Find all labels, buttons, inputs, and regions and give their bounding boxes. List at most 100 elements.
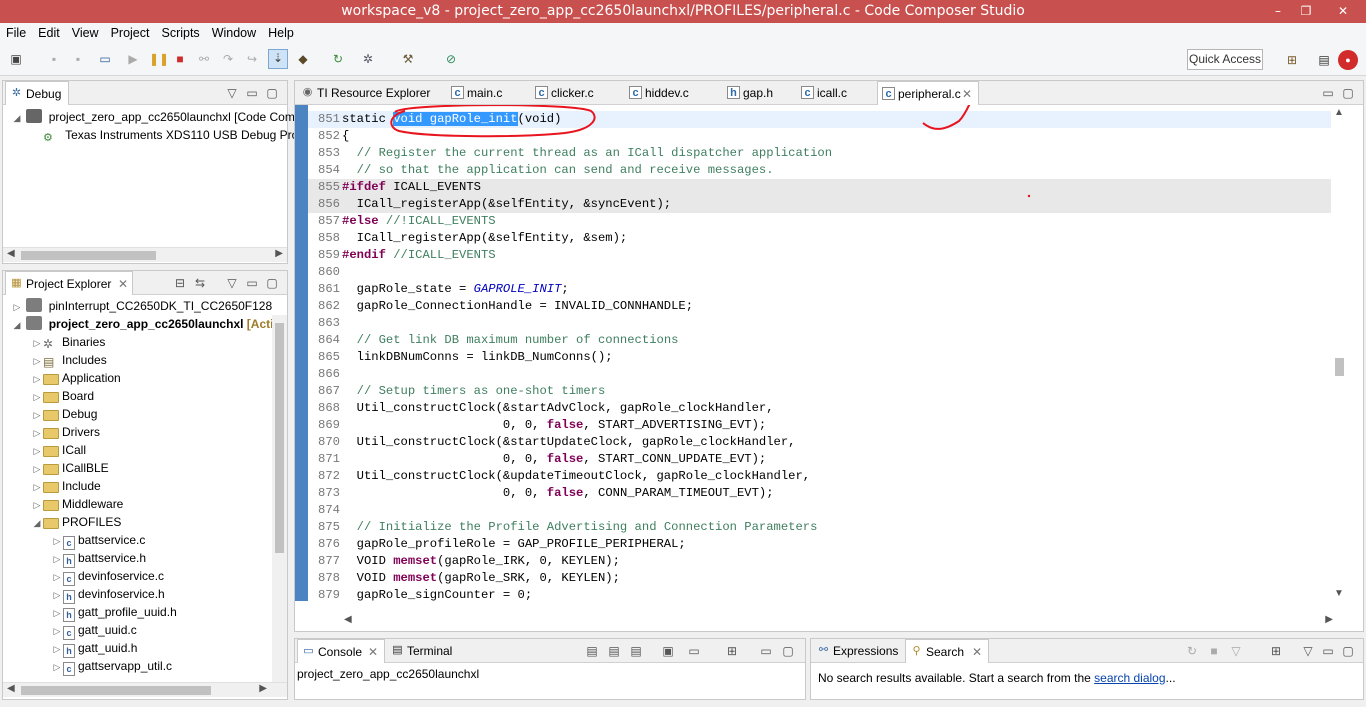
suspend-icon[interactable]: ❚❚ xyxy=(149,51,169,67)
minimize-view-icon[interactable]: ▭ xyxy=(245,86,259,100)
menu-view[interactable]: View xyxy=(66,23,105,43)
collapse-all-icon[interactable]: ⊟ xyxy=(173,276,187,290)
step-into-icon[interactable]: ↷ xyxy=(220,51,236,67)
code-line[interactable]: 879 gapRole_signCounter = 0; xyxy=(308,587,1331,601)
code-line[interactable]: 857 #else //!ICALL_EVENTS xyxy=(308,213,1331,230)
menu-edit[interactable]: Edit xyxy=(32,23,66,43)
scroll-thumb[interactable] xyxy=(21,251,156,260)
tab-terminal[interactable]: ▤ Terminal xyxy=(387,639,467,663)
tree-file-item[interactable]: ▷ h gatt_profile_uuid.h xyxy=(51,603,177,622)
editor-tab[interactable]: c clicker.c xyxy=(531,81,623,105)
minimize-view-icon[interactable]: ▭ xyxy=(759,644,773,658)
collapsed-icon[interactable]: ▷ xyxy=(51,658,63,676)
close-tab-icon[interactable]: ✕ xyxy=(962,82,972,106)
code-line[interactable]: 851 static void gapRole_init(void) xyxy=(308,111,1331,128)
collapsed-icon[interactable]: ▷ xyxy=(31,424,43,442)
debug-horizontal-scrollbar[interactable]: ◀ ▶ xyxy=(3,247,287,262)
console-word-wrap-icon[interactable]: ▤ xyxy=(629,644,643,658)
console-scroll-lock-icon[interactable]: ▤ xyxy=(607,644,621,658)
tree-item[interactable]: ▷ Middleware xyxy=(31,495,123,513)
tab-search[interactable]: ⚲ Search ✕ xyxy=(905,639,989,663)
tree-item[interactable]: ▷ Debug xyxy=(31,405,97,423)
maximize-view-icon[interactable]: ▢ xyxy=(781,644,795,658)
minimize-view-icon[interactable]: ▭ xyxy=(1321,644,1335,658)
expanded-icon[interactable]: ◢ xyxy=(31,514,43,532)
code-line[interactable]: 872 Util_constructClock(&updateTimeoutCl… xyxy=(308,468,1331,485)
tree-file-item[interactable]: ▷ c devinfoservice.c xyxy=(51,567,164,586)
tree-item[interactable]: ▷ Drivers xyxy=(31,423,100,441)
pin-icon[interactable]: ⊞ xyxy=(1269,644,1283,658)
refresh-icon[interactable]: ↻ xyxy=(1185,644,1199,658)
editor-tab[interactable]: c peripheral.c ✕ xyxy=(877,81,979,105)
tree-item[interactable]: ▷ ▤ Includes xyxy=(31,351,107,369)
maximize-editor-icon[interactable]: ▢ xyxy=(1341,86,1355,100)
project-row-active[interactable]: ◢ project_zero_app_cc2650launchxl [Activ xyxy=(11,315,280,333)
new-icon[interactable]: ▣ xyxy=(8,51,24,67)
disconnect-icon[interactable]: ⚯ xyxy=(196,51,212,67)
menu-project[interactable]: Project xyxy=(105,23,156,43)
debug-session-row[interactable]: ◢ project_zero_app_cc2650launchxl [Code … xyxy=(11,108,302,126)
save-icon[interactable]: ▪ xyxy=(46,51,62,67)
tree-item[interactable]: ▷ ICallBLE xyxy=(31,459,109,477)
ccs-edit-perspective-icon[interactable]: ▤ xyxy=(1316,52,1332,68)
collapsed-icon[interactable]: ▷ xyxy=(31,334,43,352)
explorer-vertical-scrollbar[interactable] xyxy=(272,315,287,683)
scroll-thumb[interactable] xyxy=(275,323,284,553)
close-view-icon[interactable]: ✕ xyxy=(972,640,982,664)
code-line[interactable]: 854 // so that the application can send … xyxy=(308,162,1331,179)
console-display-icon[interactable]: ▭ xyxy=(687,644,701,658)
editor-tab[interactable]: h gap.h xyxy=(723,81,795,105)
close-view-icon[interactable]: ✕ xyxy=(118,272,128,296)
tree-item[interactable]: ▷ Board xyxy=(31,387,94,405)
tree-item[interactable]: ▷ Application xyxy=(31,369,121,387)
debug-perspective-icon[interactable]: ● xyxy=(1338,50,1358,70)
tree-file-item[interactable]: ▷ h devinfoservice.h xyxy=(51,585,165,604)
flash-tool-icon[interactable]: ◆ xyxy=(295,51,311,67)
restart-icon[interactable]: ↻ xyxy=(330,51,346,67)
code-line[interactable]: 864 // Get link DB maximum number of con… xyxy=(308,332,1331,349)
collapsed-icon[interactable]: ▷ xyxy=(51,568,63,586)
tree-file-item[interactable]: ▷ h gatt_uuid.h xyxy=(51,639,137,658)
code-line[interactable]: 853 // Register the current thread as an… xyxy=(308,145,1331,162)
editor-vertical-scrollbar[interactable]: ▲ ▼ xyxy=(1332,105,1347,601)
collapsed-icon[interactable]: ▷ xyxy=(31,496,43,514)
collapsed-icon[interactable]: ▷ xyxy=(31,352,43,370)
code-line[interactable]: 859 #endif //ICALL_EVENTS xyxy=(308,247,1331,264)
code-line[interactable]: 865 linkDBNumConns = linkDB_NumConns(); xyxy=(308,349,1331,366)
history-icon[interactable]: ▽ xyxy=(1229,644,1243,658)
code-line[interactable]: 861 gapRole_state = GAPROLE_INIT; xyxy=(308,281,1331,298)
tab-console[interactable]: ▭ Console ✕ xyxy=(297,639,385,663)
scroll-thumb[interactable] xyxy=(1335,358,1344,376)
scroll-up-icon[interactable]: ▲ xyxy=(1334,107,1344,118)
terminate-icon[interactable]: ■ xyxy=(172,51,188,67)
code-line[interactable]: 863 xyxy=(308,315,1331,332)
link-editor-icon[interactable]: ⇆ xyxy=(193,276,207,290)
explorer-horizontal-scrollbar[interactable]: ◀ ▶ xyxy=(3,682,287,697)
close-view-icon[interactable]: ✕ xyxy=(368,640,378,664)
tree-file-item[interactable]: ▷ c gattservapp_util.c xyxy=(51,657,172,676)
console-new-icon[interactable]: ▣ xyxy=(661,644,675,658)
minimize-editor-icon[interactable]: ▭ xyxy=(1321,86,1335,100)
tab-project-explorer[interactable]: ▦ Project Explorer ✕ xyxy=(5,271,133,295)
collapsed-icon[interactable]: ▷ xyxy=(31,478,43,496)
editor-tab[interactable]: ◉ TI Resource Explorer xyxy=(297,81,445,105)
code-line[interactable]: 869 0, 0, false, START_ADVERTISING_EVT); xyxy=(308,417,1331,434)
editor-horizontal-scrollbar[interactable]: ◀ ▶ xyxy=(308,614,1333,629)
quick-access-field[interactable]: Quick Access xyxy=(1187,49,1263,70)
collapsed-icon[interactable]: ▷ xyxy=(31,442,43,460)
code-line[interactable]: 868 Util_constructClock(&startAdvClock, … xyxy=(308,400,1331,417)
code-line[interactable]: 877 VOID memset(gapRole_IRK, 0, KEYLEN); xyxy=(308,553,1331,570)
toggle-mode-icon[interactable]: ⇣ xyxy=(268,49,288,69)
code-editor[interactable]: 851 static void gapRole_init(void) 852{853… xyxy=(295,105,1363,601)
view-menu-icon[interactable]: ▽ xyxy=(225,276,239,290)
code-line[interactable]: 876 gapRole_profileRole = GAP_PROFILE_PE… xyxy=(308,536,1331,553)
code-line[interactable]: 873 0, 0, false, CONN_PARAM_TIMEOUT_EVT)… xyxy=(308,485,1331,502)
code-line[interactable]: 870 Util_constructClock(&startUpdateCloc… xyxy=(308,434,1331,451)
collapsed-icon[interactable]: ▷ xyxy=(31,388,43,406)
tab-debug[interactable]: ✲ Debug xyxy=(5,81,69,105)
tree-file-item[interactable]: ▷ c battservice.c xyxy=(51,531,145,550)
step-over-icon[interactable]: ↪ xyxy=(244,51,260,67)
project-row[interactable]: ▷ pinInterrupt_CC2650DK_TI_CC2650F128 xyxy=(11,297,272,315)
collapsed-icon[interactable]: ▷ xyxy=(51,532,63,550)
console-pin-icon[interactable]: ▤ xyxy=(585,644,599,658)
